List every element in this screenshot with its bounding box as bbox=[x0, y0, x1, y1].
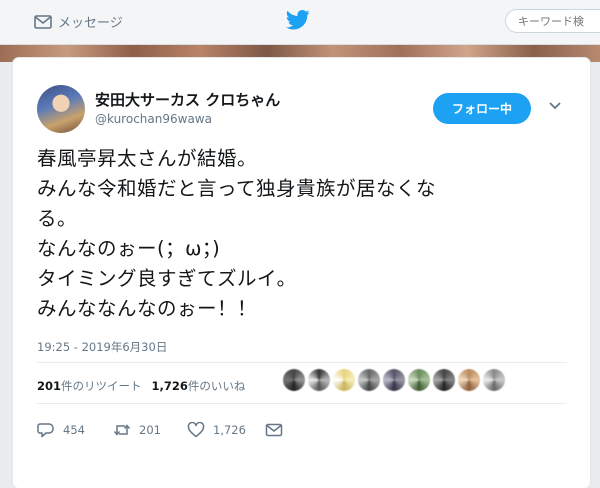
following-button[interactable]: フォロー中 bbox=[433, 93, 531, 124]
envelope-icon bbox=[34, 14, 52, 29]
reply-icon bbox=[37, 423, 54, 438]
tweet-text-line: タイミング良すぎてズルイ。 bbox=[37, 267, 297, 290]
tweet-text-line: 春風亭昇太さんが結婚。 bbox=[37, 147, 258, 170]
liker-avatar[interactable] bbox=[433, 369, 455, 391]
liker-avatar[interactable] bbox=[308, 369, 330, 391]
tweet-text-line: なんなのぉー(；ω；) bbox=[37, 237, 221, 260]
retweet-button[interactable]: 201 bbox=[113, 422, 187, 438]
tweet-text: 春風亭昇太さんが結婚。 みんな令和婚だと言って独身貴族が居なくな る。 なんなの… bbox=[37, 144, 577, 324]
retweet-stat-count: 201 bbox=[37, 379, 62, 393]
like-stat-label: 件のいいね bbox=[187, 379, 246, 393]
messages-nav-item[interactable]: メッセージ bbox=[34, 12, 123, 31]
reply-count: 454 bbox=[63, 423, 85, 437]
liker-avatar[interactable] bbox=[358, 369, 380, 391]
retweet-stat-label: 件のリツイート bbox=[61, 379, 142, 393]
liker-avatar[interactable] bbox=[283, 369, 305, 391]
liker-avatar[interactable] bbox=[458, 369, 480, 391]
direct-message-button[interactable] bbox=[265, 422, 283, 438]
tweet-text-line: みんな令和婚だと言って独身貴族が居なくな bbox=[37, 177, 437, 200]
liker-avatar[interactable] bbox=[333, 369, 355, 391]
retweet-count: 201 bbox=[139, 423, 161, 437]
twitter-bird-icon[interactable] bbox=[286, 10, 310, 30]
retweet-stat[interactable]: 201件のリツイート bbox=[37, 378, 142, 394]
chevron-down-icon[interactable] bbox=[549, 102, 561, 110]
tweet-text-line: みんななんなのぉー！！ bbox=[37, 297, 258, 320]
retweet-icon bbox=[113, 424, 131, 436]
reply-button[interactable]: 454 bbox=[37, 422, 113, 438]
divider bbox=[37, 403, 567, 404]
avatar[interactable] bbox=[37, 85, 85, 133]
tweet-actions: 454 201 1,726 bbox=[37, 422, 283, 438]
display-name[interactable]: 安田大サーカス クロちゃん bbox=[95, 89, 280, 110]
liker-avatar[interactable] bbox=[383, 369, 405, 391]
tweet-timestamp[interactable]: 19:25 - 2019年6月30日 bbox=[37, 339, 167, 355]
messages-label: メッセージ bbox=[58, 16, 123, 31]
like-stat-count: 1,726 bbox=[151, 379, 188, 393]
tweet-stats: 201件のリツイート 1,726件のいいね bbox=[37, 378, 245, 394]
like-button[interactable]: 1,726 bbox=[187, 422, 265, 438]
top-nav-bar: メッセージ bbox=[0, 0, 600, 45]
divider bbox=[37, 362, 567, 363]
liker-avatars bbox=[283, 369, 505, 391]
like-count: 1,726 bbox=[213, 423, 246, 437]
liker-avatar[interactable] bbox=[408, 369, 430, 391]
heart-icon bbox=[187, 422, 205, 438]
tweet-text-line: る。 bbox=[37, 207, 78, 230]
like-stat[interactable]: 1,726件のいいね bbox=[152, 378, 246, 394]
envelope-icon bbox=[265, 423, 283, 437]
search-input[interactable] bbox=[505, 9, 600, 33]
user-handle[interactable]: @kurochan96wawa bbox=[95, 112, 212, 126]
tweet-card: 安田大サーカス クロちゃん @kurochan96wawa フォロー中 春風亭昇… bbox=[13, 58, 590, 488]
liker-avatar[interactable] bbox=[483, 369, 505, 391]
